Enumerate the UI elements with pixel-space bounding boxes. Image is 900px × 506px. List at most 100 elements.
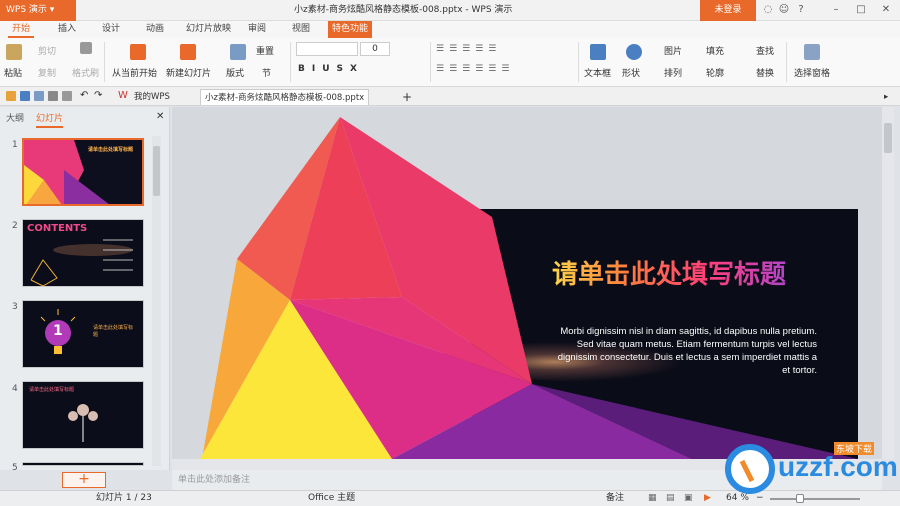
new-slide-icon[interactable]: [180, 44, 196, 60]
preview-icon[interactable]: [62, 91, 72, 101]
panel-tab-slides[interactable]: 幻灯片: [36, 111, 64, 128]
help-icon[interactable]: ?: [795, 4, 807, 16]
skin-icon[interactable]: ◌: [762, 4, 774, 16]
font-size-select[interactable]: 0: [360, 42, 390, 56]
ribbon: 粘贴 剪切 复制 格式刷 从当前开始 新建幻灯片 版式 重置 节 0 BIUSX…: [0, 38, 900, 87]
shape-icon[interactable]: [626, 44, 642, 60]
panel-close-icon[interactable]: ✕: [156, 111, 164, 122]
slide-thumb-4[interactable]: 请单击此处填写标题: [22, 381, 144, 449]
app-menu-button[interactable]: WPS 演示 ▾: [0, 0, 76, 21]
format-painter-button[interactable]: 格式刷: [72, 66, 99, 79]
panel-tab-outline[interactable]: 大纲: [6, 111, 24, 124]
watermark-site: uzzf.com: [778, 451, 898, 482]
slide-body-text[interactable]: Morbi dignissim nisl in diam sagittis, i…: [555, 325, 817, 377]
cut-button[interactable]: 剪切: [38, 44, 56, 57]
quick-access-bar: ↶ ↷ W 我的WPS 小z素材-商务炫酷风格静态模板-008.pptx + ▸: [0, 87, 900, 106]
ribbon-separator: [290, 42, 291, 82]
thumb-number: 5: [12, 463, 18, 473]
watermark: uzzf.com 东坡下载: [724, 441, 898, 501]
slideshow-icon[interactable]: [130, 44, 146, 60]
tab-design[interactable]: 设计: [98, 21, 124, 38]
login-button[interactable]: 未登录: [700, 0, 756, 21]
print-icon[interactable]: [48, 91, 58, 101]
textbox-icon[interactable]: [590, 44, 606, 60]
thumb-1-title: 请单击此处填写标题: [88, 147, 134, 153]
tab-list-icon[interactable]: ▸: [880, 89, 892, 105]
copy-button[interactable]: 复制: [38, 66, 56, 79]
app-name: WPS 演示: [6, 5, 47, 15]
new-tab-button[interactable]: +: [398, 89, 416, 105]
paste-button[interactable]: 粘贴: [4, 66, 22, 79]
thumb-2-art: [30, 239, 133, 286]
paragraph-buttons[interactable]: ☰☰☰☰☰: [436, 44, 501, 54]
tab-insert[interactable]: 插入: [54, 21, 80, 38]
redo-icon[interactable]: ↷: [94, 91, 104, 101]
paste-icon[interactable]: [6, 44, 22, 60]
tab-special[interactable]: 特色功能: [328, 21, 373, 38]
fill-button[interactable]: 填充: [706, 44, 724, 57]
canvas-vertical-scrollbar[interactable]: [882, 107, 894, 459]
slide-thumb-2[interactable]: CONTENTS: [22, 219, 144, 287]
tab-home[interactable]: 开始: [8, 21, 35, 38]
layout-button[interactable]: 版式: [226, 66, 244, 79]
watermark-tag: 东坡下载: [834, 442, 875, 455]
textbox-button[interactable]: 文本框: [584, 66, 611, 79]
add-slide-button[interactable]: +: [62, 472, 106, 488]
thumb-number: 1: [12, 140, 18, 150]
maximize-icon[interactable]: □: [855, 4, 867, 16]
font-name-select[interactable]: [296, 42, 358, 56]
reset-button[interactable]: 重置: [256, 44, 274, 57]
arrange-button[interactable]: 排列: [664, 66, 682, 79]
select-pane-button[interactable]: 选择窗格: [794, 66, 830, 79]
feedback-icon[interactable]: ☺: [778, 4, 790, 16]
select-pane-icon[interactable]: [804, 44, 820, 60]
open-icon[interactable]: [6, 91, 16, 101]
align-buttons[interactable]: ☰☰☰☰☰☰: [436, 64, 514, 74]
from-current-button[interactable]: 从当前开始: [112, 66, 157, 79]
slide-count: 幻灯片 1 / 23: [96, 493, 152, 503]
notes-toggle[interactable]: 备注: [606, 491, 624, 506]
close-icon[interactable]: ✕: [880, 4, 892, 16]
ribbon-separator: [104, 42, 105, 82]
replace-button[interactable]: 替换: [756, 66, 774, 79]
view-reading-icon[interactable]: ▣: [684, 491, 693, 506]
section-button[interactable]: 节: [262, 66, 271, 79]
thumb-3-text: 请单击此处填写标题: [93, 325, 134, 338]
view-sorter-icon[interactable]: ▤: [666, 491, 675, 506]
slide-thumb-3[interactable]: 1 请单击此处填写标题: [22, 300, 144, 368]
doc-tab-file-label: 小z素材-商务炫酷风格静态模板-008.pptx: [205, 93, 365, 103]
thumb-4-art: [68, 404, 98, 442]
ribbon-separator: [578, 42, 579, 82]
thumb-number: 2: [12, 221, 18, 231]
slide-thumb-5[interactable]: [22, 462, 144, 466]
tab-view[interactable]: 视图: [288, 21, 314, 38]
new-slide-button[interactable]: 新建幻灯片: [166, 66, 211, 79]
find-button[interactable]: 查找: [756, 44, 774, 57]
doc-tab-home[interactable]: 我的WPS: [130, 89, 174, 105]
panel-scrollbar-thumb[interactable]: [153, 146, 160, 196]
theme-name: Office 主题: [308, 493, 356, 503]
slide-title[interactable]: 请单击此处填写标题: [552, 254, 786, 291]
view-normal-icon[interactable]: ▦: [648, 491, 657, 506]
picture-button[interactable]: 图片: [664, 44, 682, 57]
tab-review[interactable]: 审阅: [244, 21, 270, 38]
menu-tabs: 开始 插入 设计 动画 幻灯片放映 审阅 视图 特色功能: [0, 21, 900, 38]
shape-button[interactable]: 形状: [622, 66, 640, 79]
slide-thumb-1[interactable]: 请单击此处填写标题: [22, 138, 144, 206]
outline-button[interactable]: 轮廓: [706, 66, 724, 79]
vertical-scrollbar-thumb[interactable]: [884, 123, 892, 153]
undo-icon[interactable]: ↶: [80, 91, 90, 101]
font-style-buttons[interactable]: BIUSX: [298, 64, 364, 74]
ribbon-separator: [430, 42, 431, 82]
tab-animation[interactable]: 动画: [142, 21, 168, 38]
export-icon[interactable]: [34, 91, 44, 101]
tab-slideshow[interactable]: 幻灯片放映: [182, 21, 235, 38]
layout-icon[interactable]: [230, 44, 246, 60]
play-icon[interactable]: ▶: [704, 491, 711, 506]
doc-tab-file[interactable]: 小z素材-商务炫酷风格静态模板-008.pptx: [200, 89, 370, 105]
save-icon[interactable]: [20, 91, 30, 101]
format-painter-icon[interactable]: [80, 42, 92, 54]
thumb-number: 3: [12, 302, 18, 312]
panel-scrollbar[interactable]: [152, 136, 161, 466]
minimize-icon[interactable]: –: [830, 4, 842, 16]
